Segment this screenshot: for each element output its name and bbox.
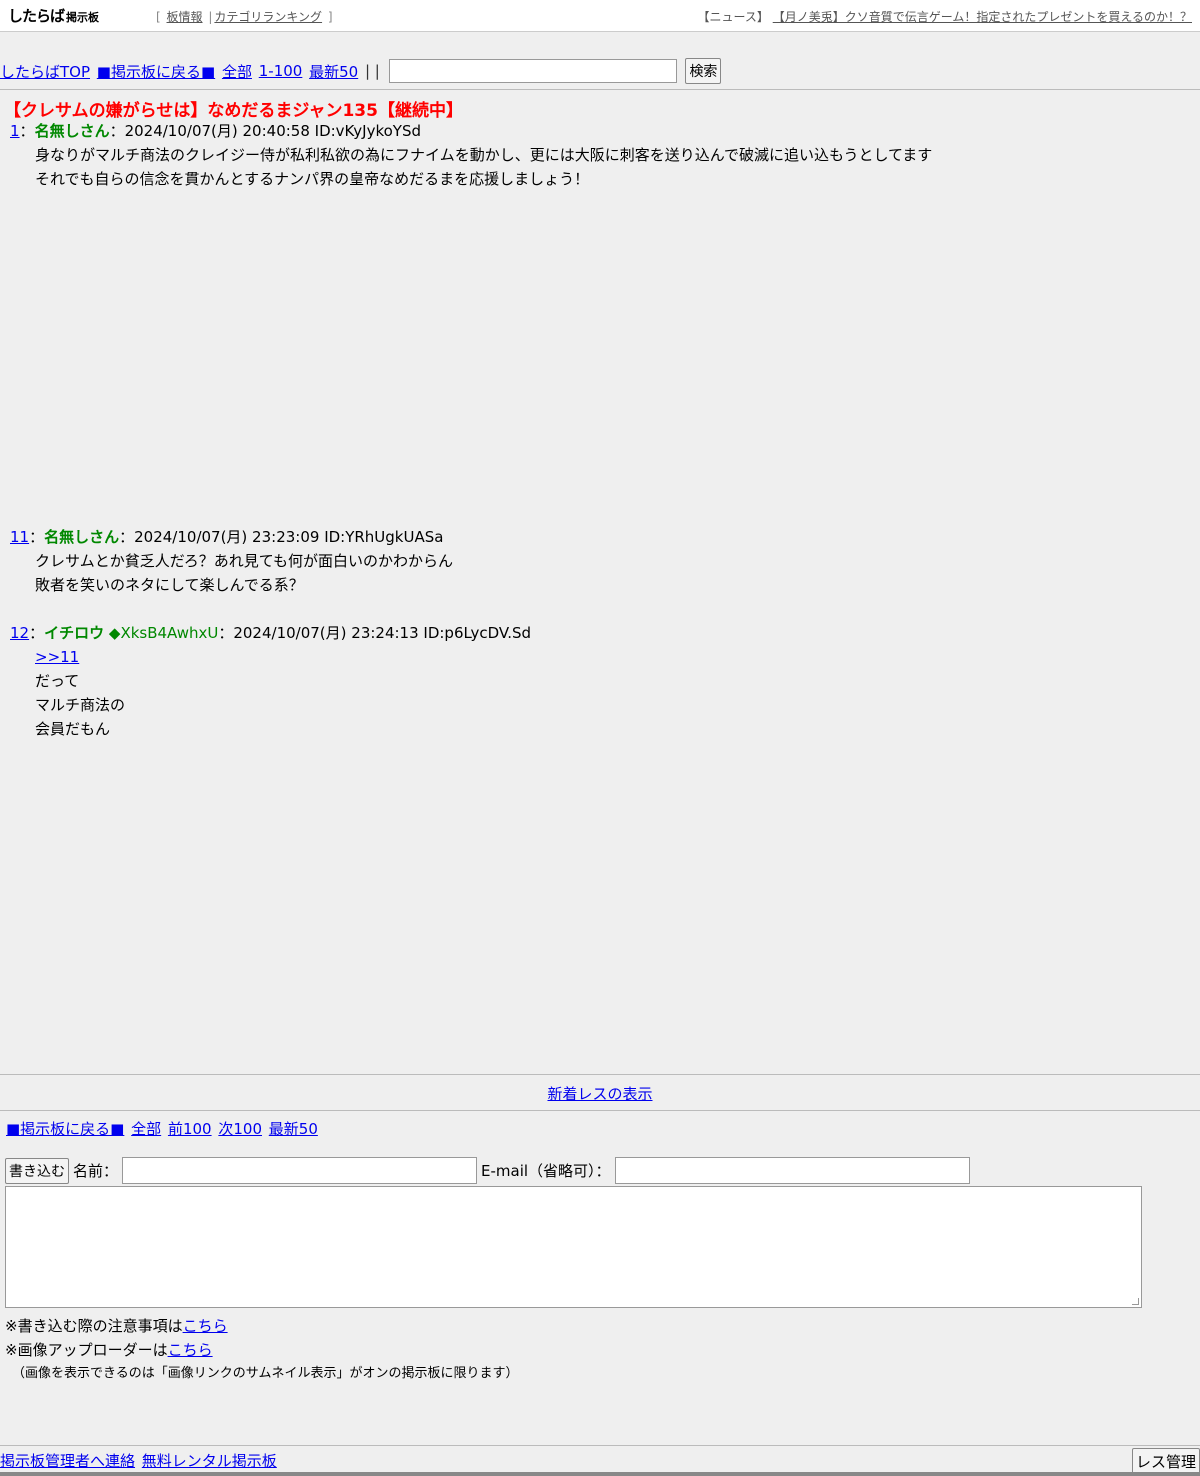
email-label: E-mail（省略可）：: [481, 1162, 611, 1180]
post-header: 11：名無しさん：2024/10/07(月) 23:23:09 ID:YRhUg…: [10, 525, 453, 549]
reply-anchor-link[interactable]: >>11: [35, 648, 79, 666]
new-res-row: 新着レスの表示: [0, 1083, 1200, 1104]
name-label: 名前：: [73, 1162, 119, 1180]
post-1: 1：名無しさん：2024/10/07(月) 20:40:58 ID:vKyJyk…: [10, 119, 932, 191]
post-sep: ：: [29, 528, 45, 546]
post-sep: ：: [29, 624, 45, 642]
post-line: クレサムとか貧乏人だろ？あれ見ても何が面白いのかわからん: [35, 552, 454, 570]
email-field[interactable]: [614, 1157, 970, 1184]
caution-text: ※書き込む際の注意事項は: [5, 1317, 183, 1335]
nav-separator: | |: [364, 62, 380, 80]
post-12: 12：イチロウ ◆XksB4AwhxU：2024/10/07(月) 23:24:…: [10, 621, 531, 741]
range-1-100-link[interactable]: 1-100: [259, 62, 303, 80]
divider: [0, 89, 1200, 90]
post-number-link[interactable]: 12: [10, 624, 29, 642]
back-to-board-link[interactable]: ■掲示板に戻る■: [6, 1120, 124, 1138]
message-textarea[interactable]: [5, 1186, 1142, 1308]
bracket-open: [: [156, 10, 161, 24]
footer: 掲示板管理者へ連絡 無料レンタル掲示板: [0, 1450, 279, 1471]
bottom-nav: ■掲示板に戻る■ 全部 前100 次100 最新50: [6, 1118, 320, 1139]
poster-name: 名無しさん: [34, 122, 110, 140]
divider: [0, 1110, 1200, 1111]
post-body: >>11 だって マルチ商法の 会員だもん: [35, 645, 531, 741]
show-new-posts-link[interactable]: 新着レスの表示: [547, 1085, 652, 1103]
bracket-close: ]: [327, 10, 333, 24]
site-logo[interactable]: したらば 掲示板: [8, 6, 99, 26]
all-posts-link[interactable]: 全部: [222, 63, 252, 81]
back-to-board-link[interactable]: ■掲示板に戻る■: [97, 63, 215, 81]
post-meta: ：2024/10/07(月) 23:24:13 ID:p6LycDV.Sd: [218, 624, 532, 642]
logo-sub: 掲示板: [66, 11, 100, 24]
top-bar: したらば 掲示板 [ 板情報 | カテゴリランキング ] 【ニュース】 【月ノ美兎】…: [0, 0, 1200, 32]
post-11: 11：名無しさん：2024/10/07(月) 23:23:09 ID:YRhUg…: [10, 525, 453, 597]
write-button[interactable]: 書き込む: [5, 1157, 69, 1184]
post-number-link[interactable]: 11: [10, 528, 29, 546]
contact-admin-link[interactable]: 掲示板管理者へ連絡: [0, 1452, 135, 1470]
latest-50-link[interactable]: 最新50: [309, 63, 358, 81]
thread-title: 【クレサムの嫌がらせは】なめだるまジャン135【継続中】: [4, 101, 463, 121]
link-separator: |: [208, 10, 213, 24]
post-line: それでも自らの信念を貫かんとするナンパ界の皇帝なめだるまを応援しましょう！: [35, 170, 590, 188]
news-ticker: 【ニュース】 【月ノ美兎】クソ音質で伝言ゲーム！指定されたプレゼントを買えるのか…: [697, 8, 1192, 25]
poster-name: 名無しさん: [44, 528, 120, 546]
divider: [0, 1074, 1200, 1075]
free-rental-board-link[interactable]: 無料レンタル掲示板: [142, 1452, 277, 1470]
next-100-link[interactable]: 次100: [218, 1120, 262, 1138]
post-line: 敗者を笑いのネタにして楽しんでる系？: [35, 576, 304, 594]
divider: [0, 1445, 1200, 1446]
search-input[interactable]: [388, 59, 677, 83]
post-body: 身なりがマルチ商法のクレイジー侍が私利私欲の為にフナイムを動かし、更には大阪に刺…: [35, 143, 932, 191]
res-manage-button[interactable]: レス管理: [1131, 1448, 1200, 1475]
news-prefix: 【ニュース】: [697, 10, 769, 24]
prev-100-link[interactable]: 前100: [168, 1120, 212, 1138]
post-header: 12：イチロウ ◆XksB4AwhxU：2024/10/07(月) 23:24:…: [10, 621, 531, 645]
post-meta: ：2024/10/07(月) 20:40:58 ID:vKyJykoYSd: [109, 122, 422, 140]
post-line: 身なりがマルチ商法のクレイジー侍が私利私欲の為にフナイムを動かし、更には大阪に刺…: [35, 146, 933, 164]
all-posts-link[interactable]: 全部: [131, 1120, 161, 1138]
poster-trip: ◆XksB4AwhxU: [108, 624, 219, 642]
post-form: 書き込む 名前： E-mail（省略可）：: [5, 1157, 970, 1184]
shitaraba-top-link[interactable]: したらばTOP: [0, 63, 90, 81]
board-info-link[interactable]: 板情報: [167, 10, 203, 24]
resize-handle-icon[interactable]: [1132, 1298, 1139, 1305]
thread-nav: したらばTOP ■掲示板に戻る■ 全部 1-100 最新50 | | 検索: [0, 58, 722, 86]
image-note: （画像を表示できるのは「画像リンクのサムネイル表示」がオンの掲示板に限ります）: [12, 1366, 519, 1381]
bottom-scrollbar[interactable]: [0, 1472, 1200, 1476]
logo-main: したらば: [8, 7, 65, 25]
uploader-text: ※画像アップローダーは: [5, 1341, 168, 1359]
board-links: [ 板情報 | カテゴリランキング ]: [154, 8, 335, 25]
post-line: 会員だもん: [35, 720, 111, 738]
caution-note: ※書き込む際の注意事項はこちら: [5, 1315, 228, 1336]
post-number-link[interactable]: 1: [10, 122, 20, 140]
caution-link[interactable]: こちら: [183, 1317, 228, 1335]
post-line: だって: [35, 672, 80, 690]
latest-50-link[interactable]: 最新50: [269, 1120, 318, 1138]
name-field[interactable]: [122, 1157, 478, 1184]
post-sep: ：: [19, 122, 35, 140]
post-line: マルチ商法の: [35, 696, 126, 714]
uploader-note: ※画像アップローダーはこちら: [5, 1339, 213, 1360]
post-header: 1：名無しさん：2024/10/07(月) 20:40:58 ID:vKyJyk…: [10, 119, 932, 143]
post-meta: ：2024/10/07(月) 23:23:09 ID:YRhUgkUASa: [119, 528, 444, 546]
news-link[interactable]: 【月ノ美兎】クソ音質で伝言ゲーム！指定されたプレゼントを買えるのか！？: [773, 10, 1192, 24]
search-button[interactable]: 検索: [685, 58, 722, 84]
poster-name: イチロウ: [44, 624, 105, 642]
uploader-link[interactable]: こちら: [168, 1341, 213, 1359]
category-ranking-link[interactable]: カテゴリランキング: [214, 10, 322, 24]
post-body: クレサムとか貧乏人だろ？あれ見ても何が面白いのかわからん 敗者を笑いのネタにして…: [35, 549, 453, 597]
